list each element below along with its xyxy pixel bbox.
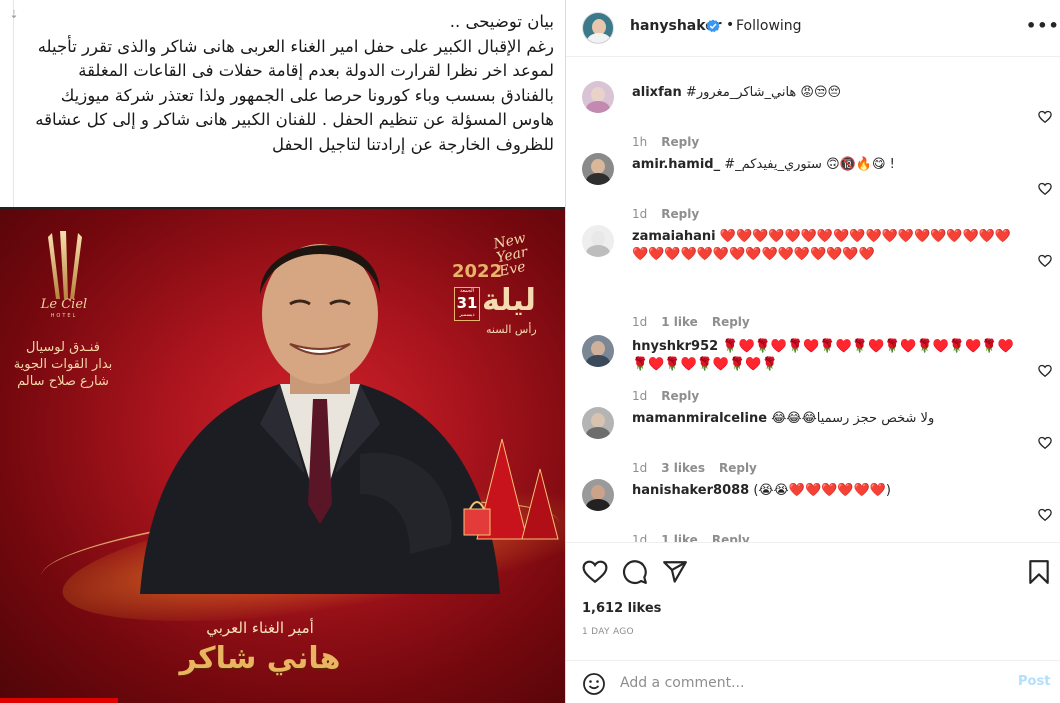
comment-username[interactable]: hanishaker8088	[632, 483, 749, 498]
comment-line: zamaiahani ❤️❤️❤️❤️❤️❤️❤️❤️❤️❤️❤️❤️❤️❤️❤…	[632, 228, 1022, 264]
comment-text: (😭😭❤️❤️❤️❤️❤️❤️)	[753, 483, 892, 498]
hotel-address-line: بدار القوات الجوية	[13, 357, 113, 372]
reply-button[interactable]: Reply	[661, 135, 699, 149]
comment-like-heart-icon[interactable]	[1038, 254, 1052, 268]
post-comment-button[interactable]: Post	[1018, 674, 1050, 689]
comment-like-heart-icon[interactable]	[1038, 508, 1052, 522]
comment-meta: 1h Reply	[632, 135, 713, 149]
paper-plane-icon[interactable]	[662, 559, 688, 585]
hotel-logo-text: Le Ciel	[40, 297, 88, 312]
avatar-body	[586, 499, 610, 511]
comment-like-heart-icon[interactable]	[1038, 182, 1052, 196]
author-avatar[interactable]	[582, 12, 614, 44]
avatar-body	[586, 245, 610, 257]
comment-line: alixfan #هاني_شاكر_مغرور 😡😒😔	[632, 84, 1022, 102]
avatar-body	[586, 173, 610, 185]
comment-time[interactable]: 1d	[632, 533, 647, 542]
avatar-face	[591, 87, 605, 102]
heart-outline-icon[interactable]	[582, 559, 608, 585]
reply-button[interactable]: Reply	[661, 207, 699, 221]
commenter-avatar[interactable]	[582, 153, 614, 185]
poster-bottom-bar	[0, 698, 118, 703]
post-timestamp[interactable]: 1 DAY AGO	[582, 627, 634, 637]
comment-text: #هاني_شاكر_مغرور 😡😒😔	[685, 85, 842, 100]
singer-name: هاني شاكر	[179, 641, 341, 676]
reply-button[interactable]: Reply	[661, 389, 699, 403]
comment-line: amir.hamid_ #_ستوري_يفيدكم 🙃🔞🔥😋 !	[632, 156, 1022, 174]
comment-meta: 1d 1 like Reply	[632, 315, 764, 329]
commenter-avatar[interactable]	[582, 479, 614, 511]
reply-button[interactable]: Reply	[719, 461, 757, 475]
avatar-body	[587, 33, 611, 43]
post-panel: hanyshaker • Following ••• alixfan #هاني…	[566, 0, 1060, 703]
add-comment-bar: Post	[566, 660, 1060, 703]
post-header: hanyshaker • Following •••	[566, 0, 1060, 57]
comment-username[interactable]: hnyshkr952	[632, 339, 718, 354]
comment-like-heart-icon[interactable]	[1038, 364, 1052, 378]
comment-line: hnyshkr952 🌹♥️🌹♥️🌹♥️🌹♥️🌹♥️🌹♥️🌹♥️🌹♥️🌹♥️🌹♥…	[632, 338, 1022, 374]
commenter-avatar[interactable]	[582, 81, 614, 113]
comment-meta: 1d Reply	[632, 207, 713, 221]
avatar-body	[586, 355, 610, 367]
notice-text: بيان توضيحى .. رغم الإقبال الكبير على حف…	[35, 12, 554, 154]
avatar-body	[586, 427, 610, 439]
comment-meta: 1d 1 like Reply	[632, 533, 764, 542]
avatar-face	[591, 231, 605, 246]
hotel-address-line: فنـدق لوسيال	[26, 340, 100, 355]
comment-likes[interactable]: 3 likes	[661, 461, 705, 475]
comment-username[interactable]: mamanmiralceline	[632, 411, 767, 426]
comment-username[interactable]: zamaiahani	[632, 229, 716, 244]
post-media: ⇣ بيان توضيحى .. رغم الإقبال الكبير على …	[0, 0, 566, 703]
singer-photo	[140, 244, 500, 594]
more-options-icon[interactable]: •••	[1026, 16, 1060, 35]
likes-count[interactable]: 1,612 likes	[582, 601, 661, 616]
comment-text: #_ستوري_يفيدكم 🙃🔞🔥😋 !	[724, 157, 895, 172]
christmas-tree-icon	[463, 438, 559, 540]
comment-username[interactable]: alixfan	[632, 85, 682, 100]
commenter-avatar[interactable]	[582, 407, 614, 439]
bookmark-icon[interactable]	[1026, 559, 1052, 585]
comment-time[interactable]: 1h	[632, 135, 647, 149]
comment-time[interactable]: 1d	[632, 461, 647, 475]
reply-button[interactable]: Reply	[712, 315, 750, 329]
comment-text: 😂😂😂ولا شخص حجز رسميا	[771, 411, 935, 426]
comment-line: mamanmiralceline 😂😂😂ولا شخص حجز رسميا	[632, 410, 1022, 428]
comment-meta: 1d 3 likes Reply	[632, 461, 771, 475]
avatar-face	[591, 413, 605, 428]
notice-image: ⇣ بيان توضيحى .. رغم الإقبال الكبير على …	[0, 0, 565, 209]
following-button[interactable]: Following	[736, 18, 802, 34]
avatar-face	[591, 341, 605, 356]
verified-badge-icon	[706, 19, 720, 33]
comment-like-heart-icon[interactable]	[1038, 436, 1052, 450]
comment-line: hanishaker8088 (😭😭❤️❤️❤️❤️❤️❤️)	[632, 482, 1022, 500]
singer-title: أمير الغناء العربي	[206, 619, 314, 637]
commenter-avatar[interactable]	[582, 335, 614, 367]
commenter-avatar[interactable]	[582, 225, 614, 257]
comments-list: alixfan #هاني_شاكر_مغرور 😡😒😔 1h Reply amir.…	[566, 57, 1060, 543]
hotel-logo-sub: HOTEL	[50, 313, 78, 319]
comment-username[interactable]: amir.hamid_	[632, 157, 720, 172]
avatar-body	[586, 101, 610, 113]
scroll-down-arrow-icon: ⇣	[9, 8, 19, 21]
hotel-address: فنـدق لوسيال بدار القوات الجوية شارع صلا…	[8, 339, 118, 390]
avatar-face	[591, 485, 605, 500]
comment-input[interactable]	[620, 671, 1000, 695]
notice-left-rule	[13, 0, 14, 208]
reply-button[interactable]: Reply	[712, 533, 750, 542]
comment-bubble-icon[interactable]	[622, 559, 648, 585]
comment-like-heart-icon[interactable]	[1038, 110, 1052, 124]
emoji-icon[interactable]	[582, 672, 606, 696]
comment-likes[interactable]: 1 like	[661, 533, 698, 542]
post-actions: 1,612 likes 1 DAY AGO Post	[566, 543, 1060, 703]
hotel-address-line: شارع صلاح سالم	[17, 374, 109, 389]
comment-likes[interactable]: 1 like	[661, 315, 698, 329]
comment-meta: 1d Reply	[632, 389, 713, 403]
avatar-face	[591, 159, 605, 174]
comment-time[interactable]: 1d	[632, 207, 647, 221]
comment-time[interactable]: 1d	[632, 315, 647, 329]
header-separator: •	[726, 17, 735, 33]
comment-time[interactable]: 1d	[632, 389, 647, 403]
concert-poster: Le Ciel HOTEL فنـدق لوسيال بدار القوات ا…	[0, 209, 565, 703]
